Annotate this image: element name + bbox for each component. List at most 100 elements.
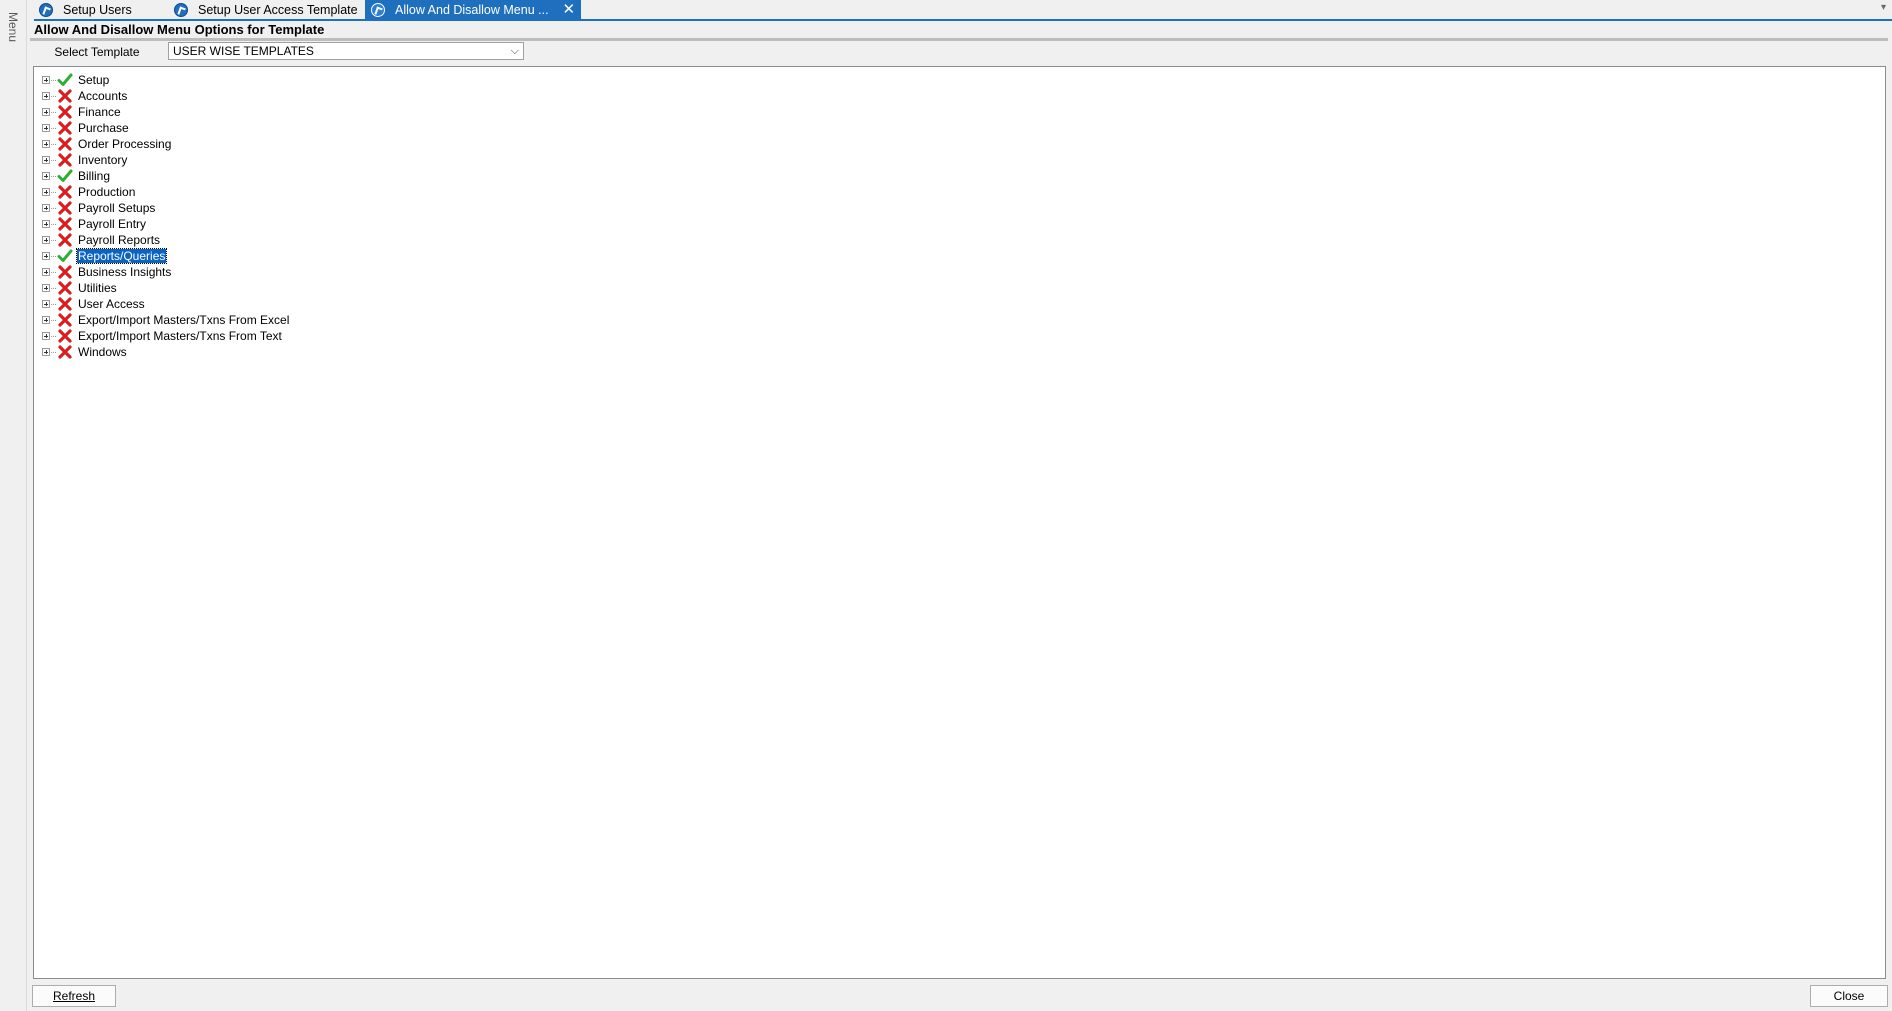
app-icon [39, 2, 53, 17]
cross-icon[interactable] [57, 120, 73, 136]
tab-setup-users[interactable]: Setup Users [39, 0, 132, 19]
tree-connector [51, 319, 56, 321]
tree-node[interactable]: Export/Import Masters/Txns From Excel [42, 312, 290, 328]
expand-plus-icon[interactable] [42, 332, 50, 340]
select-template-label: Select Template [54, 45, 140, 59]
tree-node[interactable]: Billing [42, 168, 111, 184]
tree-node[interactable]: Setup [42, 72, 110, 88]
expand-plus-icon[interactable] [42, 188, 50, 196]
refresh-button[interactable]: Refresh [32, 985, 116, 1007]
tab-label: Setup Users [63, 2, 132, 17]
title-divider [30, 38, 1888, 41]
close-button-label: Close [1833, 989, 1865, 1003]
check-icon[interactable] [57, 72, 73, 88]
tree-node[interactable]: Purchase [42, 120, 130, 136]
tree-node[interactable]: Utilities [42, 280, 118, 296]
tab-label: Setup User Access Template [198, 2, 358, 17]
tree-node[interactable]: Payroll Reports [42, 232, 161, 248]
expand-plus-icon[interactable] [42, 172, 50, 180]
expand-plus-icon[interactable] [42, 268, 50, 276]
tree-connector [51, 287, 56, 289]
tree-node-label: Purchase [78, 121, 129, 135]
tree-node-label: Payroll Reports [78, 233, 161, 247]
tree-node-label: Windows [78, 345, 127, 359]
tree-node-label: Payroll Entry [78, 217, 147, 231]
tree-node-label: Accounts [78, 89, 128, 103]
tree-node[interactable]: Business Insights [42, 264, 172, 280]
tree-node[interactable]: Accounts [42, 88, 128, 104]
tree-node-label: Setup [78, 73, 110, 87]
expand-plus-icon[interactable] [42, 76, 50, 84]
close-button[interactable]: Close [1810, 985, 1888, 1007]
tree-node[interactable]: Export/Import Masters/Txns From Text [42, 328, 283, 344]
chevron-down-icon[interactable]: ⌵ [511, 43, 519, 59]
close-icon[interactable]: ✕ [563, 2, 576, 17]
check-icon[interactable] [57, 248, 73, 264]
tree-node[interactable]: Finance [42, 104, 122, 120]
cross-icon[interactable] [57, 152, 73, 168]
cross-icon[interactable] [57, 296, 73, 312]
cross-icon[interactable] [57, 88, 73, 104]
cross-icon[interactable] [57, 344, 73, 360]
menu-tree[interactable]: Setup Accounts Finance Purchase Order Proces… [33, 66, 1886, 979]
expand-plus-icon[interactable] [42, 124, 50, 132]
check-icon[interactable] [57, 168, 73, 184]
expand-plus-icon[interactable] [42, 348, 50, 356]
chevron-down-icon[interactable]: ▾ [1881, 2, 1886, 13]
expand-plus-icon[interactable] [42, 204, 50, 212]
tree-node-label: Billing [78, 169, 111, 183]
tree-node[interactable]: Payroll Entry [42, 216, 147, 232]
expand-plus-icon[interactable] [42, 300, 50, 308]
app-icon [371, 2, 385, 17]
tab-allow-disallow-menu[interactable]: Allow And Disallow Menu ... ✕ [365, 0, 582, 19]
tree-node[interactable]: Production [42, 184, 136, 200]
expand-plus-icon[interactable] [42, 92, 50, 100]
tree-node-label: Inventory [78, 153, 128, 167]
cross-icon[interactable] [57, 136, 73, 152]
tree-connector [51, 95, 56, 97]
tree-node-label: Export/Import Masters/Txns From Text [78, 329, 282, 343]
cross-icon[interactable] [57, 184, 73, 200]
tree-connector [51, 303, 56, 305]
tree-node[interactable]: Order Processing [42, 136, 172, 152]
cross-icon[interactable] [57, 264, 73, 280]
tree-node-label: Finance [78, 105, 121, 119]
tree-node[interactable]: Payroll Setups [42, 200, 156, 216]
tree-connector [51, 143, 56, 145]
cross-icon[interactable] [57, 216, 73, 232]
tree-node[interactable]: Windows [42, 344, 128, 360]
tree-connector [51, 175, 56, 177]
tree-connector [51, 335, 56, 337]
cross-icon[interactable] [57, 104, 73, 120]
tree-node[interactable]: Reports/Queries [42, 248, 168, 264]
tree-connector [51, 127, 56, 129]
tree-node[interactable]: Inventory [42, 152, 128, 168]
cross-icon[interactable] [57, 200, 73, 216]
expand-plus-icon[interactable] [42, 220, 50, 228]
cross-icon[interactable] [57, 232, 73, 248]
side-menu-label[interactable]: Menu [6, 12, 20, 42]
expand-plus-icon[interactable] [42, 156, 50, 164]
tree-connector [51, 239, 56, 241]
expand-plus-icon[interactable] [42, 236, 50, 244]
cross-icon[interactable] [57, 312, 73, 328]
tab-setup-user-access-template[interactable]: Setup User Access Template [174, 0, 358, 19]
expand-plus-icon[interactable] [42, 108, 50, 116]
cross-icon[interactable] [57, 328, 73, 344]
side-menu-strip[interactable]: Menu [0, 0, 27, 1011]
template-selector-row: Select Template USER WISE TEMPLATES ⌵ [30, 42, 525, 62]
expand-plus-icon[interactable] [42, 252, 50, 260]
tab-label: Allow And Disallow Menu ... [395, 2, 549, 17]
tree-node[interactable]: User Access [42, 296, 146, 312]
tree-connector [51, 159, 56, 161]
cross-icon[interactable] [57, 280, 73, 296]
tree-connector [51, 207, 56, 209]
tree-connector [51, 79, 56, 81]
template-dropdown[interactable]: USER WISE TEMPLATES ⌵ [168, 42, 524, 60]
expand-plus-icon[interactable] [42, 284, 50, 292]
tree-node-label: Reports/Queries [75, 248, 168, 264]
tree-node-label: Payroll Setups [78, 201, 156, 215]
expand-plus-icon[interactable] [42, 316, 50, 324]
expand-plus-icon[interactable] [42, 140, 50, 148]
tree-node-label: Production [78, 185, 136, 199]
